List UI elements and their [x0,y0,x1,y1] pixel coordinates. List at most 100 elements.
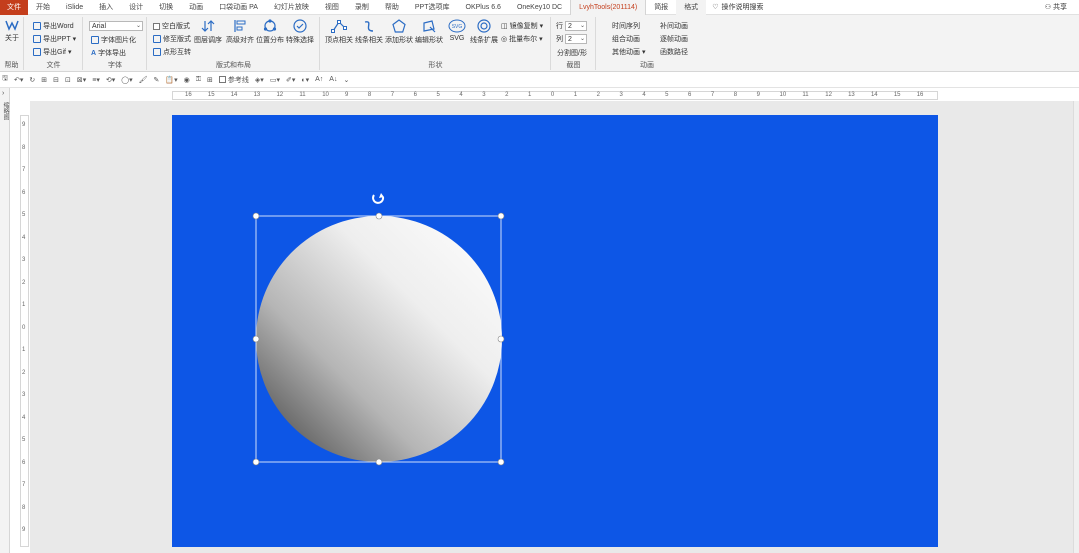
v-ruler-tick: 1 [22,347,26,353]
tell-me-search[interactable]: ♡ 操作说明搜索 [706,2,763,12]
split-button[interactable]: 分割图/形 [557,48,587,58]
export-word-button[interactable]: 导出Word [33,21,74,31]
font-to-image-button[interactable]: 字体图片化 [91,35,136,45]
function-path-button[interactable]: 函数路径 [660,47,688,57]
align-icon[interactable]: ⊟ [53,76,59,84]
tab-2[interactable]: iSlide [58,0,91,15]
shape-icon[interactable]: ◯▾ [121,76,132,84]
grid-icon[interactable]: ⊞ [207,76,213,84]
horizontal-ruler: 16 15 14 13 12 11 10 9 8 7 6 5 4 3 2 1 0 1 2 3 4 5 6 7 8 9 10 11 12 1… [172,91,938,100]
boolean-icon: ◎ [501,36,508,43]
tab-9[interactable]: 视图 [317,0,347,15]
h-ruler-tick: 2 [596,92,600,98]
tab-10[interactable]: 录制 [347,0,377,15]
undo-icon[interactable]: ↶▾ [14,76,23,84]
tab-15[interactable]: LvyhTools(201114) [570,0,647,15]
handle-bottom-left [252,458,260,466]
font-grow-icon[interactable]: A↑ [315,76,323,83]
vertical-scrollbar[interactable] [1073,101,1079,553]
h-ruler-tick: 4 [642,92,646,98]
edit-shape-button[interactable]: 编辑形状 [414,19,444,45]
h-ruler-tick: 7 [710,92,715,98]
row-spinner[interactable]: 行 2 ⌄ [556,21,587,31]
tab-5[interactable]: 切换 [151,0,181,15]
add-shape-button[interactable]: 添加形状 [384,19,414,45]
h-ruler-tick: 9 [345,92,349,98]
tab-8[interactable]: 幻灯片放映 [266,0,317,15]
tab-0[interactable]: 文件 [0,0,28,15]
lock-icon[interactable]: ⚿ [196,76,201,84]
point-shape-swap-button[interactable]: 点形互转 [153,47,191,57]
fill-icon[interactable]: ◈▾ [255,76,264,84]
handle-left [252,335,260,343]
h-ruler-tick: 11 [802,92,809,98]
combo-anim-button[interactable]: 组合动画 [612,34,640,44]
tab-12[interactable]: PPT选项库 [407,0,458,15]
line-button[interactable]: 线条相关 [354,19,384,45]
position-distribute-button[interactable]: 位置分布 [255,19,285,45]
handle-right [497,335,505,343]
tab-4[interactable]: 设计 [121,0,151,15]
batch-boolean-button[interactable]: ◎ 批量布尔 ▾ [501,34,543,44]
start-from-beginning-icon[interactable]: ⊞ [41,76,47,84]
rotate-icon[interactable]: ⟲▾ [106,76,115,84]
font-shrink-icon[interactable]: A↓ [329,76,337,83]
fix-layout-button[interactable]: 修至版式 [153,34,191,44]
other-anim-button[interactable]: 其他动画 ▾ [612,47,646,57]
tween-anim-button[interactable]: 补间动画 [660,21,688,31]
handle-bottom [375,458,383,466]
line-extend-button[interactable]: 线条扩展 [469,19,499,45]
circle-icon[interactable]: ◉ [184,76,190,84]
format-painter-icon[interactable]: 🖌 [139,76,148,84]
rotate-handle-icon[interactable] [372,193,385,204]
eyedropper-icon[interactable]: ✎ [154,76,160,84]
about-button[interactable]: 关于 [0,19,27,43]
handle-top-right [497,212,505,220]
tab-16[interactable]: 简报 [646,0,676,15]
tab-11[interactable]: 帮助 [377,0,407,15]
tab-6[interactable]: 动画 [181,0,211,15]
save-icon[interactable]: 🖫 [2,74,8,85]
tab-1[interactable]: 开始 [28,0,58,15]
svg-button[interactable]: SVG SVG [442,19,472,42]
tab-14[interactable]: OneKey10 DC [509,0,570,15]
distribute-icon[interactable]: ≡▾ [92,76,100,84]
redo-icon[interactable]: ↻ [29,76,35,84]
col-spinner[interactable]: 列 2 ⌄ [556,34,587,44]
advanced-align-button[interactable]: 高级对齐 [225,19,255,45]
font-export-button[interactable]: A 字体导出 [91,48,126,58]
time-sequence-button[interactable]: 时间序列 [612,21,640,31]
share-button[interactable]: ⚇ 共享 [1045,2,1079,12]
special-select-button[interactable]: 特殊选择 [285,19,315,45]
v-ruler-tick: 7 [22,482,26,488]
tab-3[interactable]: 插入 [91,0,121,15]
edit-icon[interactable]: ✐▾ [286,76,295,84]
effect-icon[interactable]: ◐▾ [301,76,309,84]
layer-order-button[interactable]: 图层调序 [193,19,223,45]
h-ruler-tick: 12 [825,92,832,98]
group-icon[interactable]: ⊡ [65,76,71,84]
h-ruler-tick: 16 [916,92,924,98]
export-ppt-button[interactable]: 导出PPT ▾ [33,34,76,44]
mirror-copy-button[interactable]: ◫ 镜像复制 ▾ [501,21,543,31]
font-select[interactable]: Arial ⌄ [89,21,143,31]
outline-icon[interactable]: ▭▾ [270,76,280,84]
thumbnail-pane[interactable]: › 缩略图 [0,88,10,553]
expand-icon[interactable]: › [2,90,4,97]
tab-17[interactable]: 格式 [676,0,707,15]
frame-anim-button[interactable]: 逐帧动画 [660,34,688,44]
tab-13[interactable]: OKPlus 6.6 [458,0,509,15]
customize-qat-icon[interactable]: ⌄ [343,76,349,84]
v-ruler-tick: 4 [22,414,26,421]
bring-forward-icon[interactable]: ⊠▾ [77,76,86,84]
tab-7[interactable]: 口袋动画 PA [211,0,266,15]
gradient-circle-shape[interactable] [256,216,502,462]
v-ruler-tick: 1 [22,302,26,308]
export-gif-button[interactable]: 导出Gif ▾ [33,47,71,57]
guides-check[interactable]: 参考线 [218,75,249,85]
layout-icon [153,35,161,43]
blank-layout-check[interactable]: 空白版式 [153,21,190,31]
vertex-button[interactable]: 顶点相关 [324,19,354,45]
slide[interactable] [172,115,938,547]
paste-icon[interactable]: 📋▾ [165,76,177,84]
